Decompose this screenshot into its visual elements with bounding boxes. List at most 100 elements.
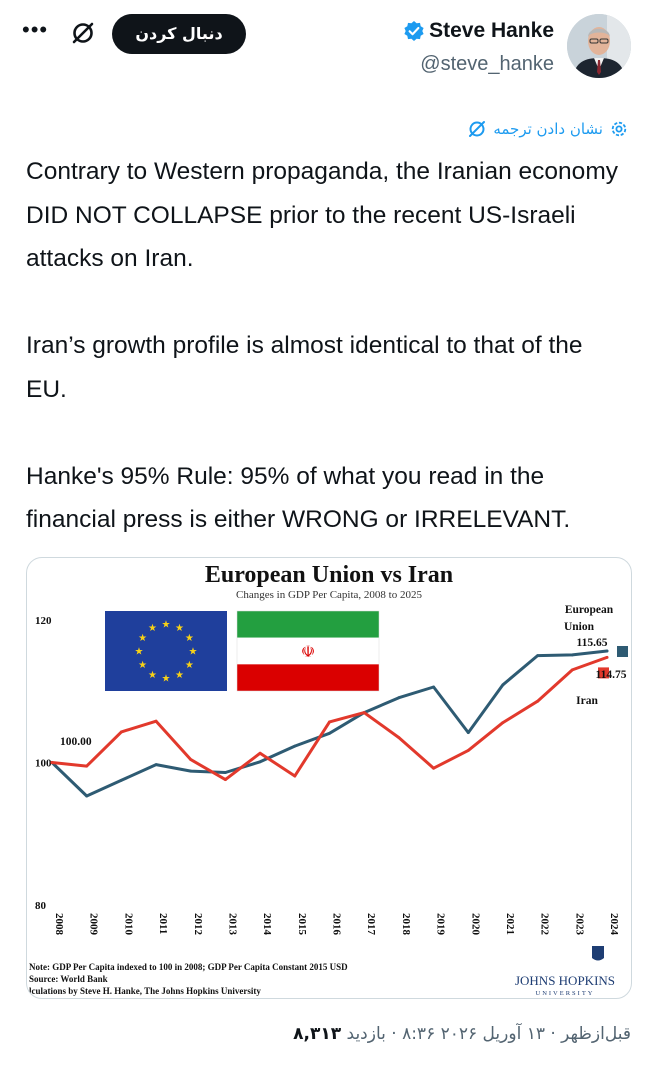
x-tick-label: 2013 — [226, 913, 238, 936]
data-point — [258, 760, 262, 764]
chart-note: lculations by Steve H. Hanke, The Johns … — [29, 986, 261, 996]
x-tick-label: 2019 — [435, 913, 447, 936]
author-display-name[interactable]: Steve Hanke — [429, 19, 554, 43]
views-count: ۸,۳۱۳ — [293, 1024, 342, 1044]
chart-note: Note: GDP Per Capita indexed to 100 in 2… — [29, 962, 348, 972]
eu-flag-star: ★ — [148, 623, 157, 634]
data-point — [432, 766, 435, 770]
data-point — [119, 730, 123, 734]
tweet-paragraph: Iran’s growth profile is almost identica… — [26, 332, 583, 403]
data-point — [293, 774, 297, 778]
chart-title: European Union vs Iran — [205, 562, 453, 588]
data-point — [501, 721, 505, 724]
data-point — [224, 771, 227, 774]
data-point — [85, 794, 89, 798]
data-point — [224, 778, 227, 781]
x-tick-label: 2016 — [331, 913, 343, 936]
data-point — [570, 653, 574, 657]
gdp-line-chart: European Union vs IranChanges in GDP Per… — [29, 562, 628, 997]
data-point — [605, 656, 609, 659]
tweet-paragraph: Hanke's 95% Rule: 95% of what you read i… — [26, 462, 571, 534]
data-point — [397, 696, 401, 700]
data-point — [570, 668, 574, 672]
x-tick-label: 2015 — [296, 913, 308, 936]
show-translation-label: نشان دادن ترجمه — [493, 120, 603, 138]
eu-flag-star: ★ — [175, 623, 184, 634]
x-tick-label: 2010 — [122, 913, 134, 936]
x-tick-label: 2014 — [261, 913, 273, 936]
data-point — [432, 685, 435, 689]
chart-note: Source: World Bank — [29, 974, 108, 984]
data-point — [466, 748, 470, 752]
x-tick-label: 2024 — [608, 913, 620, 936]
data-point — [189, 769, 193, 773]
data-point — [85, 764, 89, 768]
verified-badge-icon — [403, 20, 425, 42]
grok-slash-icon — [467, 119, 487, 139]
y-tick-label: 120 — [35, 615, 52, 627]
data-point — [119, 778, 123, 782]
y-tick-label: 80 — [35, 900, 47, 912]
show-translation-button[interactable]: نشان دادن ترجمه — [467, 116, 629, 142]
eu-flag-star: ★ — [138, 633, 147, 644]
data-point — [154, 763, 158, 767]
timestamp[interactable]: قبل‌ازظهر · ۱۳ آوریل ۲۰۲۶ ۸:۳۶ · بازدید — [347, 1024, 631, 1044]
gear-icon — [609, 119, 629, 139]
tweet-media-chart[interactable]: European Union vs Iran Changes in GDP Per… — [26, 557, 632, 999]
tweet-paragraph: Contrary to Western propaganda, the Iran… — [26, 158, 618, 272]
x-tick-label: 2011 — [157, 913, 169, 934]
y-tick-label: 100 — [35, 758, 52, 770]
eu-flag-star: ★ — [138, 660, 147, 671]
data-point — [466, 731, 470, 734]
eu-flag-star: ★ — [162, 620, 171, 631]
jhu-logo-subtext: UNIVERSITY — [536, 990, 595, 997]
data-point — [605, 649, 609, 653]
data-point — [536, 699, 540, 703]
data-point — [293, 744, 297, 748]
tweet-metadata: قبل‌ازظهر · ۱۳ آوریل ۲۰۲۶ ۸:۳۶ · بازدید … — [293, 1024, 631, 1044]
data-point — [328, 720, 331, 724]
eu-flag-star: ★ — [185, 633, 194, 644]
grok-slash-icon[interactable] — [70, 20, 96, 46]
tweet-text: Contrary to Western propaganda, the Iran… — [26, 150, 626, 542]
data-point — [189, 758, 193, 762]
eu-end-marker — [617, 645, 628, 657]
data-point — [154, 719, 158, 723]
data-point — [536, 654, 540, 658]
data-point — [50, 761, 54, 764]
author-avatar[interactable] — [567, 14, 631, 78]
x-tick-label: 2022 — [539, 913, 551, 936]
x-tick-label: 2012 — [192, 913, 204, 936]
eu-flag-star: ★ — [135, 647, 144, 658]
eu-flag-star: ★ — [148, 670, 157, 681]
eu-end-value-label: 115.65 — [577, 637, 608, 649]
iran-flag — [237, 611, 379, 638]
jhu-shield-icon — [592, 946, 604, 961]
more-options-icon[interactable]: ••• — [22, 19, 48, 46]
iran-flag-emblem: ☫ — [301, 644, 315, 661]
author-handle[interactable]: @steve_hanke — [420, 53, 554, 76]
eu-series-label-line2: Union — [564, 621, 595, 633]
eu-flag-star: ★ — [175, 670, 184, 681]
data-point — [258, 751, 262, 755]
x-tick-label: 2017 — [365, 913, 377, 936]
chart-subtitle: Changes in GDP Per Capita, 2008 to 2025 — [236, 589, 422, 601]
author-name-row[interactable]: Steve Hanke — [403, 16, 554, 46]
data-point — [362, 711, 366, 715]
follow-button[interactable]: دنبال کردن — [112, 14, 246, 54]
data-point — [501, 683, 505, 687]
x-tick-label: 2020 — [469, 913, 481, 936]
x-tick-label: 2023 — [573, 913, 585, 936]
eu-flag-star: ★ — [185, 660, 194, 671]
iran-series-label: Iran — [576, 695, 598, 707]
iran-flag-red-stripe — [237, 664, 379, 691]
data-point — [328, 731, 331, 735]
eu-series-label: European — [565, 604, 614, 616]
x-tick-label: 2021 — [504, 913, 516, 935]
data-point — [397, 736, 401, 739]
eu-flag-star: ★ — [189, 647, 198, 658]
jhu-logo-text: JOHNS HOPKINS — [515, 973, 615, 988]
eu-flag-star: ★ — [162, 674, 171, 685]
start-value-label: 100.00 — [60, 736, 92, 748]
iran-end-value-label: 114.75 — [596, 669, 627, 681]
